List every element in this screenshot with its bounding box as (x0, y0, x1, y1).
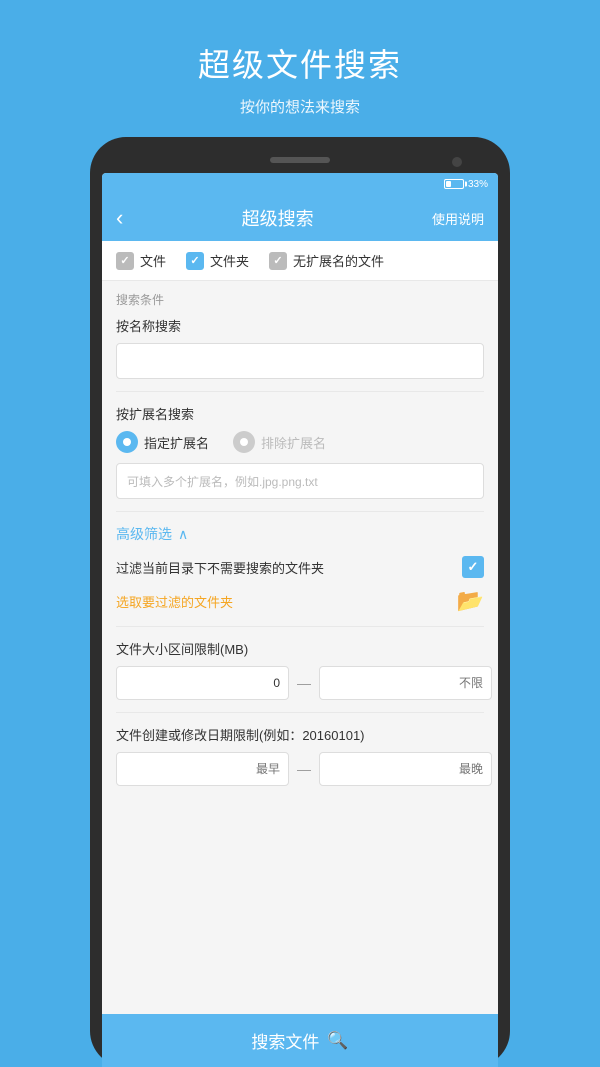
checkbox-folder[interactable]: ✓ (186, 252, 204, 270)
date-from-input[interactable] (116, 752, 289, 786)
radio-specify-label: 指定扩展名 (144, 433, 209, 452)
by-ext-label: 按扩展名搜索 (116, 404, 484, 423)
ext-radio-row: 指定扩展名 排除扩展名 (116, 431, 484, 453)
file-type-item-noext[interactable]: ✓ 无扩展名的文件 (269, 251, 384, 270)
search-conditions-label: 搜索条件 (116, 291, 484, 308)
by-name-label: 按名称搜索 (116, 316, 484, 335)
radio-item-exclude[interactable]: 排除扩展名 (233, 431, 326, 453)
phone-frame: 33% ‹ 超级搜索 使用说明 ✓ 文件 ✓ 文件夹 (90, 137, 510, 1067)
date-range-row: — (116, 752, 484, 786)
advanced-filter-row[interactable]: 高级筛选 ∧ (116, 524, 484, 544)
battery-text: 33% (468, 179, 488, 190)
divider3 (116, 626, 484, 627)
app-subtitle: 按你的想法来搜索 (198, 96, 402, 117)
select-folder-row[interactable]: 选取要过滤的文件夹 📂 (116, 588, 484, 614)
file-type-item-file[interactable]: ✓ 文件 (116, 251, 166, 270)
file-type-row: ✓ 文件 ✓ 文件夹 ✓ 无扩展名的文件 (102, 241, 498, 281)
phone-screen: 33% ‹ 超级搜索 使用说明 ✓ 文件 ✓ 文件夹 (102, 173, 498, 1067)
folder-icon: 📂 (457, 588, 484, 614)
file-type-label-folder: 文件夹 (210, 251, 249, 270)
phone-camera (452, 157, 462, 167)
battery-fill (446, 181, 451, 187)
filter-folder-text: 过滤当前目录下不需要搜索的文件夹 (116, 558, 462, 577)
divider1 (116, 391, 484, 392)
help-link[interactable]: 使用说明 (432, 209, 484, 228)
divider2 (116, 511, 484, 512)
header-title: 超级搜索 (242, 205, 314, 231)
status-bar: 33% (102, 173, 498, 195)
date-label: 文件创建或修改日期限制(例如：20160101) (116, 725, 484, 744)
app-title: 超级文件搜索 (198, 40, 402, 86)
header: ‹ 超级搜索 使用说明 (102, 195, 498, 241)
radio-exclude[interactable] (233, 431, 255, 453)
filter-folder-checkbox[interactable]: ✓ (462, 556, 484, 578)
size-dash: — (297, 675, 311, 691)
back-button[interactable]: ‹ (116, 205, 123, 231)
size-label: 文件大小区间限制(MB) (116, 639, 484, 658)
date-dash: — (297, 761, 311, 777)
filter-folder-row: 过滤当前目录下不需要搜索的文件夹 ✓ (116, 556, 484, 578)
size-range-row: — (116, 666, 484, 700)
size-to-input[interactable] (319, 666, 492, 700)
chevron-up-icon[interactable]: ∧ (178, 526, 188, 543)
select-folder-text[interactable]: 选取要过滤的文件夹 (116, 592, 233, 611)
file-type-label-noext: 无扩展名的文件 (293, 251, 384, 270)
size-from-input[interactable] (116, 666, 289, 700)
file-type-label-file: 文件 (140, 251, 166, 270)
file-type-item-folder[interactable]: ✓ 文件夹 (186, 251, 249, 270)
ext-search-input[interactable] (116, 463, 484, 499)
advanced-label: 高级筛选 (116, 524, 172, 544)
radio-specify[interactable] (116, 431, 138, 453)
app-title-area: 超级文件搜索 按你的想法来搜索 (178, 0, 422, 137)
search-button-label: 搜索文件 (251, 1028, 319, 1053)
search-icon: 🔍 (327, 1031, 348, 1051)
checkbox-noext[interactable]: ✓ (269, 252, 287, 270)
name-search-input[interactable] (116, 343, 484, 379)
battery-indicator: 33% (444, 179, 488, 190)
phone-notch (102, 153, 498, 173)
radio-exclude-label: 排除扩展名 (261, 433, 326, 452)
battery-icon (444, 179, 464, 189)
phone-speaker (270, 157, 330, 163)
checkbox-file[interactable]: ✓ (116, 252, 134, 270)
search-button[interactable]: 搜索文件 🔍 (102, 1014, 498, 1067)
date-to-input[interactable] (319, 752, 492, 786)
scroll-content: 搜索条件 按名称搜索 按扩展名搜索 指定扩展名 排除扩展名 (102, 281, 498, 1014)
divider4 (116, 712, 484, 713)
radio-item-specify[interactable]: 指定扩展名 (116, 431, 209, 453)
